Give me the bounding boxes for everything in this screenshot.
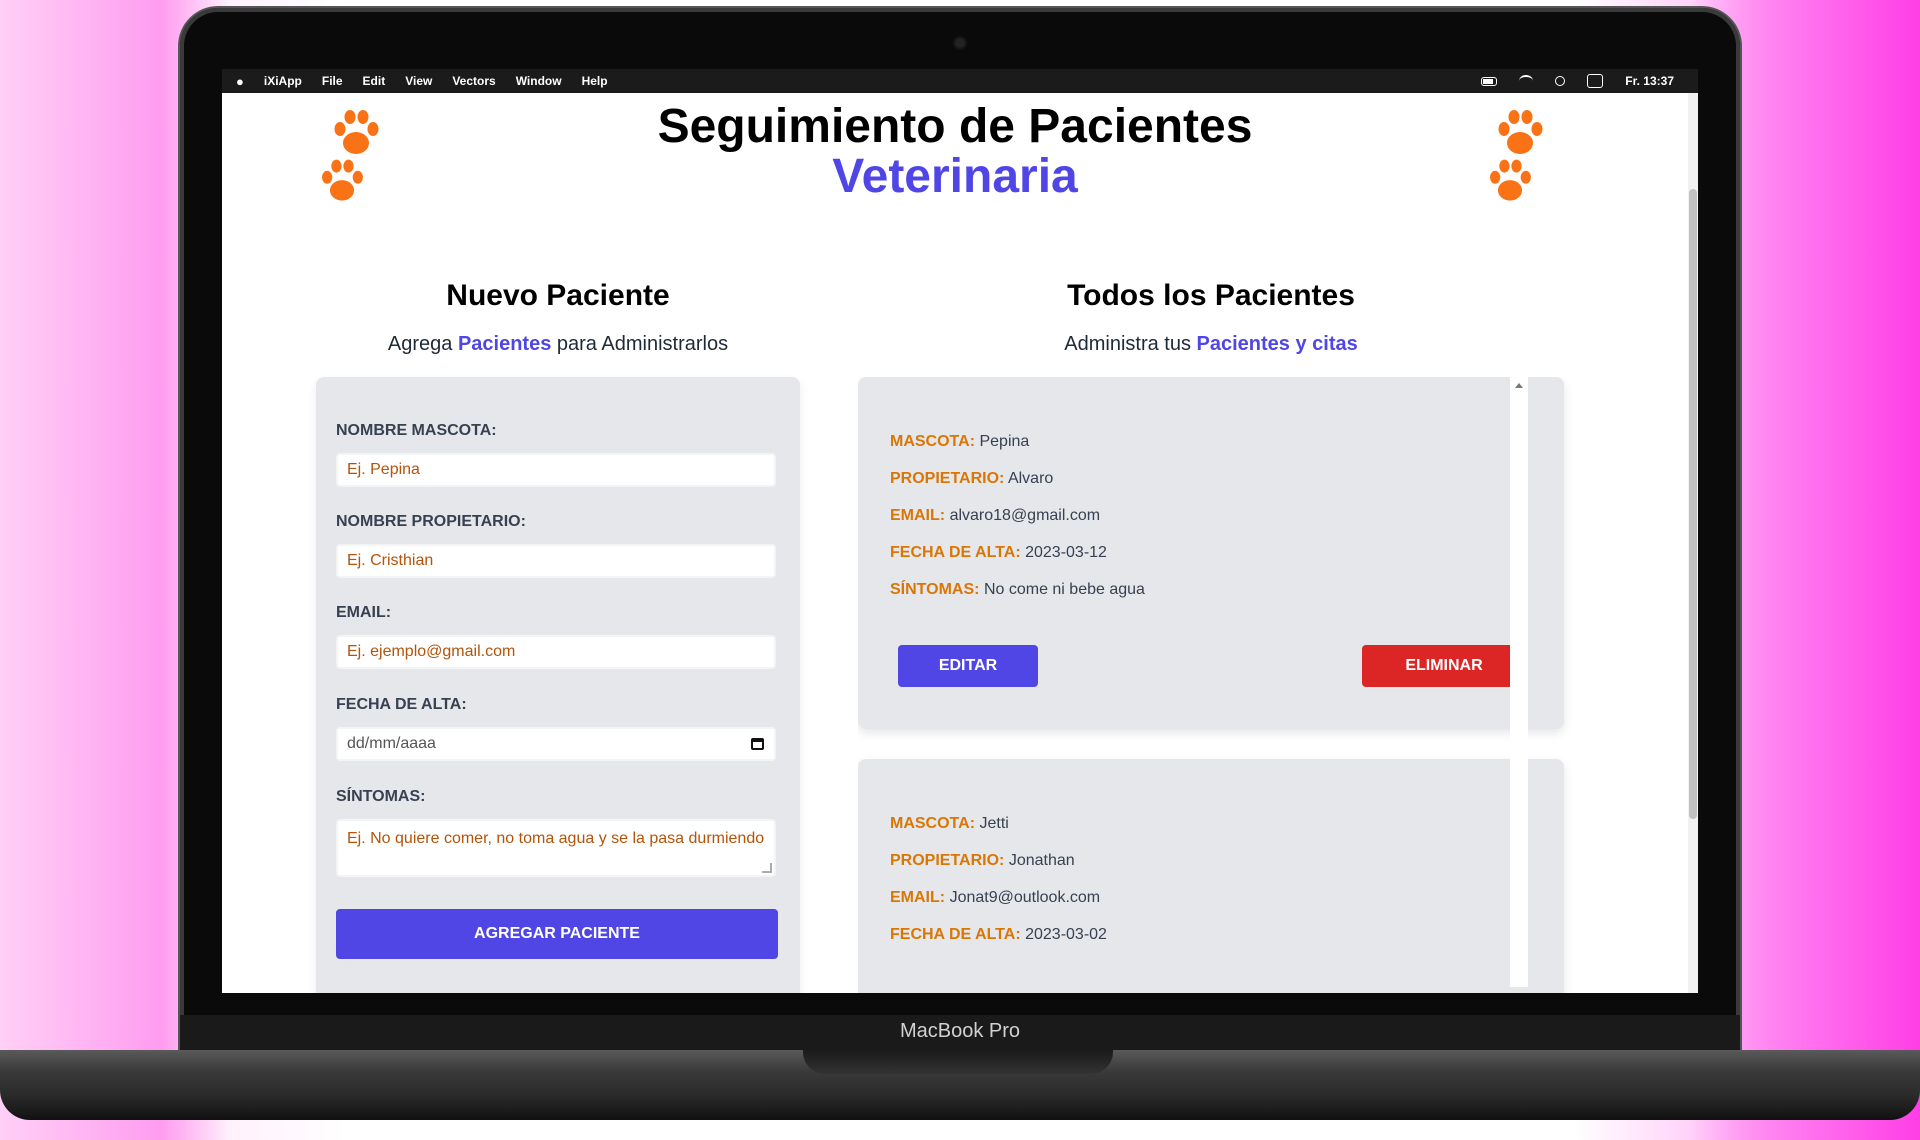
field-key: PROPIETARIO: [890, 852, 1005, 869]
field-key: EMAIL: [890, 507, 946, 524]
patient-owner: PROPIETARIO: Alvaro [890, 470, 1053, 488]
discharge-date-label: FECHA DE ALTA: [336, 696, 467, 713]
apple-menu-icon[interactable]: ● [236, 74, 244, 89]
page-title: Seguimiento de Pacientes [657, 100, 1253, 153]
patient-email: EMAIL: Jonat9@outlook.com [890, 889, 1100, 907]
patients-list[interactable]: MASCOTA: Pepina PROPIETARIO: Alvaro EMAI… [858, 377, 1588, 993]
form-section-subtitle: Agrega Pacientes para Administrarlos [316, 333, 800, 356]
paw-icon [328, 105, 384, 161]
pet-name-input[interactable]: Ej. Pepina [336, 453, 776, 487]
patient-pet: MASCOTA: Jetti [890, 815, 1009, 833]
field-value: 2023-03-02 [1025, 926, 1107, 943]
patient-card: MASCOTA: Pepina PROPIETARIO: Alvaro EMAI… [858, 377, 1564, 729]
list-section-subtitle: Administra tus Pacientes y citas [858, 333, 1564, 356]
field-key: FECHA DE ALTA: [890, 544, 1021, 561]
edit-button[interactable]: EDITAR [898, 645, 1038, 687]
form-section-title: Nuevo Paciente [446, 279, 670, 312]
list-section-title: Todos los Pacientes [1067, 279, 1355, 312]
field-value: Jetti [979, 815, 1009, 832]
symptoms-label: SÍNTOMAS: [336, 788, 426, 805]
patient-date: FECHA DE ALTA: 2023-03-02 [890, 926, 1107, 944]
patient-symptoms: SÍNTOMAS: No come ni bebe agua [890, 581, 1145, 599]
menu-vectors[interactable]: Vectors [452, 74, 495, 88]
paw-icon [1492, 105, 1548, 161]
field-value: No come ni bebe agua [983, 581, 1145, 598]
pet-name-label: NOMBRE MASCOTA: [336, 422, 497, 439]
search-icon[interactable] [1555, 76, 1566, 86]
field-value: 2023-03-12 [1025, 544, 1107, 561]
patient-pet: MASCOTA: Pepina [890, 433, 1029, 451]
field-key: MASCOTA: [890, 815, 976, 832]
wifi-icon[interactable] [1519, 75, 1534, 87]
calendar-icon[interactable] [751, 738, 764, 750]
menu-file[interactable]: File [322, 74, 343, 88]
field-value: Alvaro [1007, 470, 1054, 487]
delete-button[interactable]: ELIMINAR [1362, 645, 1526, 687]
owner-name-label: NOMBRE PROPIETARIO: [336, 513, 526, 530]
patient-email: EMAIL: alvaro18@gmail.com [890, 507, 1100, 525]
resize-handle-icon[interactable] [762, 863, 772, 873]
laptop-hinge-notch [803, 1050, 1113, 1074]
patient-date: FECHA DE ALTA: 2023-03-12 [890, 544, 1107, 562]
patient-owner: PROPIETARIO: Jonathan [890, 852, 1075, 870]
field-value: Pepina [979, 433, 1030, 450]
app-page: Seguimiento de Pacientes Veterinaria Nue… [222, 93, 1688, 993]
menu-help[interactable]: Help [582, 74, 608, 88]
date-placeholder: dd/mm/aaaa [347, 735, 436, 752]
page-header: Seguimiento de Pacientes Veterinaria [222, 93, 1688, 263]
field-key: MASCOTA: [890, 433, 976, 450]
add-patient-button[interactable]: AGREGAR PACIENTE [336, 909, 778, 959]
new-patient-form: NOMBRE MASCOTA: Ej. Pepina NOMBRE PROPIE… [316, 377, 800, 993]
field-key: SÍNTOMAS: [890, 581, 980, 598]
device-brand-label: MacBook Pro [899, 1020, 1021, 1042]
paw-icon [1484, 155, 1536, 207]
menu-app[interactable]: iXiApp [264, 74, 302, 88]
list-sub-highlight: Pacientes y citas [1196, 333, 1358, 355]
field-key: EMAIL: [890, 889, 946, 906]
list-sub-prefix: Administra tus [1064, 333, 1197, 355]
field-key: PROPIETARIO: [890, 470, 1005, 487]
owner-name-input[interactable]: Ej. Cristhian [336, 544, 776, 578]
symptoms-placeholder: Ej. No quiere comer, no toma agua y se l… [347, 830, 765, 847]
menubar-clock[interactable]: Fr. 13:37 [1625, 74, 1674, 88]
patient-card: MASCOTA: Jetti PROPIETARIO: Jonathan EMA… [858, 759, 1564, 993]
form-sub-prefix: Agrega [387, 333, 458, 355]
control-center-icon[interactable] [1587, 74, 1604, 88]
form-sub-suffix: para Administrarlos [551, 333, 729, 355]
field-value: Jonat9@outlook.com [949, 889, 1101, 906]
field-value: Jonathan [1008, 852, 1075, 869]
menu-view[interactable]: View [405, 74, 432, 88]
discharge-date-input[interactable]: dd/mm/aaaa [336, 727, 776, 761]
menu-window[interactable]: Window [516, 74, 562, 88]
paw-icon [316, 155, 368, 207]
form-sub-highlight: Pacientes [457, 333, 552, 355]
field-value: alvaro18@gmail.com [949, 507, 1101, 524]
page-subtitle: Veterinaria [832, 150, 1078, 203]
laptop-screen: ● iXiApp File Edit View Vectors Window H… [222, 69, 1698, 993]
field-key: FECHA DE ALTA: [890, 926, 1021, 943]
list-scrollbar[interactable] [1510, 377, 1528, 987]
webcam [955, 38, 965, 48]
symptoms-textarea[interactable]: Ej. No quiere comer, no toma agua y se l… [336, 819, 776, 877]
mac-menubar: ● iXiApp File Edit View Vectors Window H… [222, 69, 1698, 93]
page-scrollbar-thumb[interactable] [1689, 189, 1697, 819]
menu-edit[interactable]: Edit [363, 74, 386, 88]
battery-icon[interactable] [1481, 76, 1498, 86]
email-label: EMAIL: [336, 604, 392, 621]
email-input[interactable]: Ej. ejemplo@gmail.com [336, 635, 776, 669]
